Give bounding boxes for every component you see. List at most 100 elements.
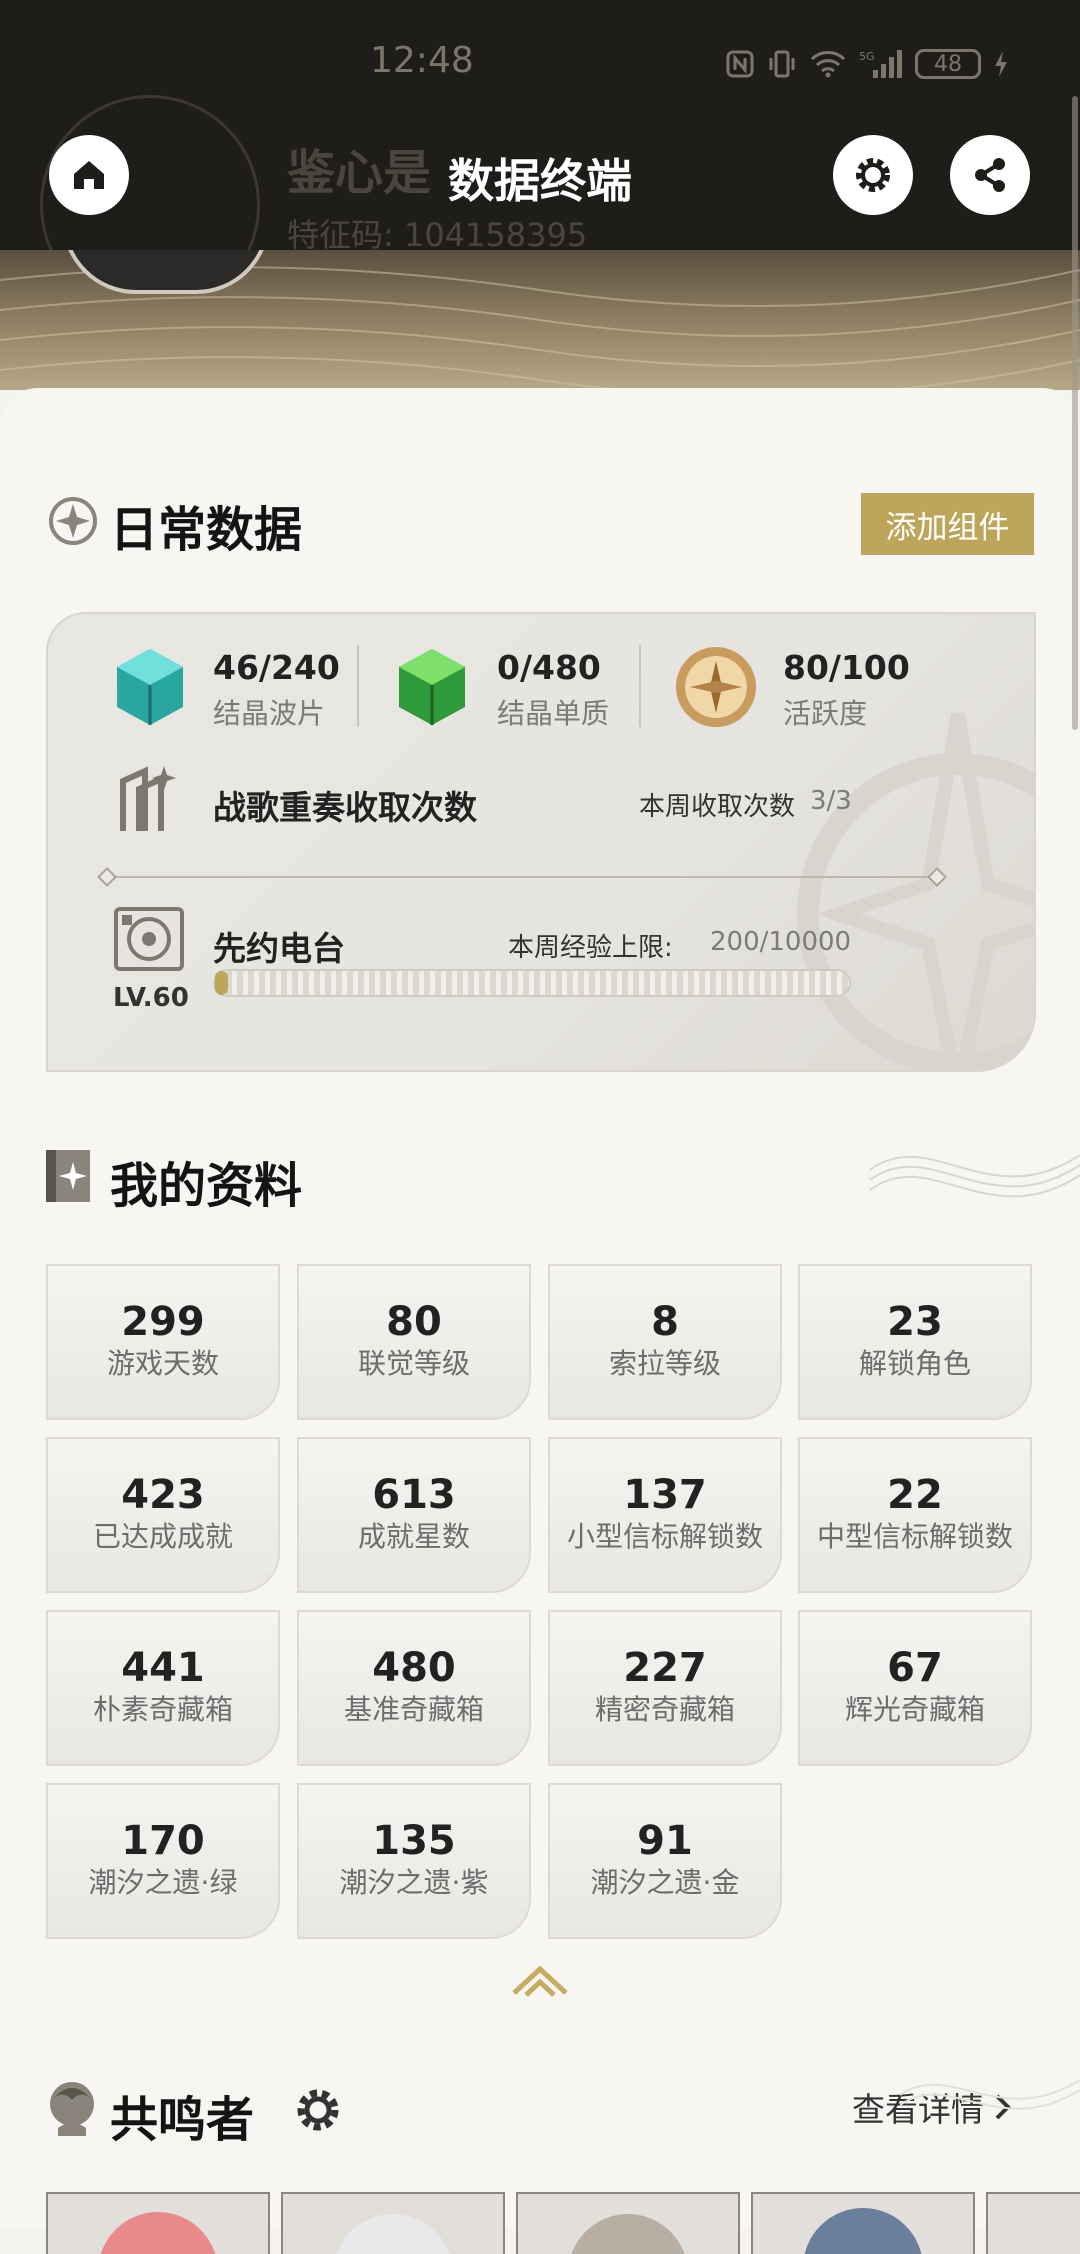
profile-tile[interactable]: 22 中型信标解锁数 bbox=[798, 1437, 1032, 1593]
radio-icon bbox=[112, 905, 186, 973]
profile-tile[interactable]: 135 潮汐之遗·紫 bbox=[297, 1783, 531, 1939]
resonator-card[interactable] bbox=[281, 2192, 505, 2254]
tile-label: 中型信标解锁数 bbox=[816, 1520, 1013, 1553]
tile-value: 441 bbox=[121, 1645, 205, 1691]
battle-song-weekly-label: 本周收取次数 bbox=[639, 792, 796, 822]
crystal-solvent-icon bbox=[393, 645, 471, 729]
radio-exp-progress-fill bbox=[215, 971, 228, 995]
profile-tile[interactable]: 613 成就星数 bbox=[297, 1437, 531, 1593]
profile-tile[interactable]: 23 解锁角色 bbox=[798, 1264, 1032, 1420]
stat-divider bbox=[639, 645, 641, 727]
collapse-button[interactable] bbox=[510, 1963, 570, 1997]
crystal-solvent-value: 0/480 bbox=[497, 648, 601, 687]
resonator-card[interactable] bbox=[46, 2192, 270, 2254]
add-widget-button[interactable]: 添加组件 bbox=[861, 493, 1034, 555]
radio-exp-progress bbox=[213, 969, 851, 997]
daily-section-title: 日常数据 bbox=[110, 502, 303, 558]
tile-value: 22 bbox=[887, 1472, 943, 1518]
profile-tile[interactable]: 441 朴素奇藏箱 bbox=[46, 1610, 280, 1766]
nfc-icon bbox=[726, 50, 754, 78]
battle-song-icon bbox=[109, 761, 185, 841]
activity-compass-icon bbox=[673, 644, 759, 730]
tile-value: 480 bbox=[372, 1645, 456, 1691]
resonators-title: 共鸣者 bbox=[110, 2092, 255, 2148]
battery-indicator: 48 bbox=[915, 49, 981, 79]
status-time: 12:48 bbox=[370, 40, 474, 81]
tile-label: 索拉等级 bbox=[608, 1347, 721, 1380]
wifi-icon bbox=[810, 51, 846, 78]
status-icons: 5G 48 bbox=[725, 44, 1009, 84]
activity-label: 活跃度 bbox=[783, 697, 868, 730]
tile-value: 23 bbox=[887, 1299, 943, 1345]
resonator-card[interactable] bbox=[986, 2192, 1080, 2254]
tile-label: 潮汐之遗·金 bbox=[590, 1866, 740, 1899]
profile-tile[interactable]: 299 游戏天数 bbox=[46, 1264, 280, 1420]
profile-banner bbox=[0, 250, 1080, 390]
tile-label: 小型信标解锁数 bbox=[566, 1520, 763, 1553]
vibrate-icon bbox=[769, 50, 795, 78]
panel-watermark-emblem bbox=[797, 712, 1034, 1070]
share-button[interactable] bbox=[950, 135, 1030, 215]
app-header: 12:48 5G 48 鉴心是 特征码: 104158395 数据终端 bbox=[0, 0, 1080, 315]
tile-value: 299 bbox=[121, 1299, 205, 1345]
profile-tile[interactable]: 137 小型信标解锁数 bbox=[548, 1437, 782, 1593]
scrollbar-thumb[interactable] bbox=[1072, 96, 1078, 730]
tile-label: 解锁角色 bbox=[858, 1347, 971, 1380]
radio-level: LV.60 bbox=[113, 983, 189, 1013]
settings-button[interactable] bbox=[833, 135, 913, 215]
gear-icon bbox=[856, 158, 890, 192]
activity-value: 80/100 bbox=[783, 648, 910, 687]
svg-text:5G: 5G bbox=[859, 50, 875, 63]
section-divider bbox=[106, 876, 936, 878]
share-icon bbox=[975, 158, 1005, 192]
resonator-settings-button[interactable] bbox=[292, 2084, 344, 2136]
tile-value: 170 bbox=[121, 1818, 205, 1864]
crystal-wave-value: 46/240 bbox=[213, 648, 340, 687]
page-title: 数据终端 bbox=[448, 154, 632, 208]
radio-exp-value: 200/10000 bbox=[710, 927, 852, 957]
battle-song-title: 战歌重奏收取次数 bbox=[213, 788, 477, 827]
tile-value: 137 bbox=[623, 1472, 707, 1518]
signal-5g-icon: 5G bbox=[859, 50, 902, 78]
tile-value: 91 bbox=[637, 1818, 693, 1864]
profile-section-icon bbox=[46, 1150, 90, 1202]
tile-value: 67 bbox=[887, 1645, 943, 1691]
crystal-wave-icon bbox=[111, 645, 189, 729]
profile-tile[interactable]: 480 基准奇藏箱 bbox=[297, 1610, 531, 1766]
radio-exp-label: 本周经验上限: bbox=[508, 933, 673, 963]
battery-level: 48 bbox=[934, 51, 962, 77]
tile-value: 423 bbox=[121, 1472, 205, 1518]
battle-song-weekly-value: 3/3 bbox=[810, 786, 852, 816]
section-wave-decor bbox=[870, 1154, 1080, 1198]
radio-title: 先约电台 bbox=[213, 929, 345, 968]
profile-tile[interactable]: 67 辉光奇藏箱 bbox=[798, 1610, 1032, 1766]
profile-tile[interactable]: 91 潮汐之遗·金 bbox=[548, 1783, 782, 1939]
crystal-wave-label: 结晶波片 bbox=[213, 697, 326, 730]
crystal-solvent-label: 结晶单质 bbox=[497, 697, 610, 730]
section-wave-decor bbox=[900, 2079, 1080, 2110]
daily-section-icon bbox=[46, 494, 100, 548]
tile-label: 潮汐之遗·紫 bbox=[339, 1866, 489, 1899]
chevron-up-icon bbox=[512, 1965, 568, 1997]
profile-section-title: 我的资料 bbox=[110, 1158, 303, 1214]
tile-label: 成就星数 bbox=[357, 1520, 470, 1553]
profile-tile[interactable]: 423 已达成成就 bbox=[46, 1437, 280, 1593]
profile-tile[interactable]: 8 索拉等级 bbox=[548, 1264, 782, 1420]
profile-tile[interactable]: 80 联觉等级 bbox=[297, 1264, 531, 1420]
gear-icon bbox=[297, 2089, 339, 2131]
resonator-portrait bbox=[803, 2208, 923, 2254]
tile-label: 已达成成就 bbox=[92, 1520, 233, 1553]
tile-value: 613 bbox=[372, 1472, 456, 1518]
resonator-portrait bbox=[98, 2212, 218, 2254]
tile-label: 游戏天数 bbox=[106, 1347, 219, 1380]
stat-divider bbox=[357, 645, 359, 727]
resonator-card[interactable] bbox=[516, 2192, 740, 2254]
profile-tile[interactable]: 227 精密奇藏箱 bbox=[548, 1610, 782, 1766]
tile-label: 联觉等级 bbox=[357, 1347, 470, 1380]
tile-label: 基准奇藏箱 bbox=[343, 1693, 484, 1726]
profile-tile[interactable]: 170 潮汐之遗·绿 bbox=[46, 1783, 280, 1939]
resonator-card[interactable] bbox=[751, 2192, 975, 2254]
tile-label: 辉光奇藏箱 bbox=[844, 1693, 985, 1726]
tile-value: 227 bbox=[623, 1645, 707, 1691]
tile-label: 朴素奇藏箱 bbox=[92, 1693, 233, 1726]
